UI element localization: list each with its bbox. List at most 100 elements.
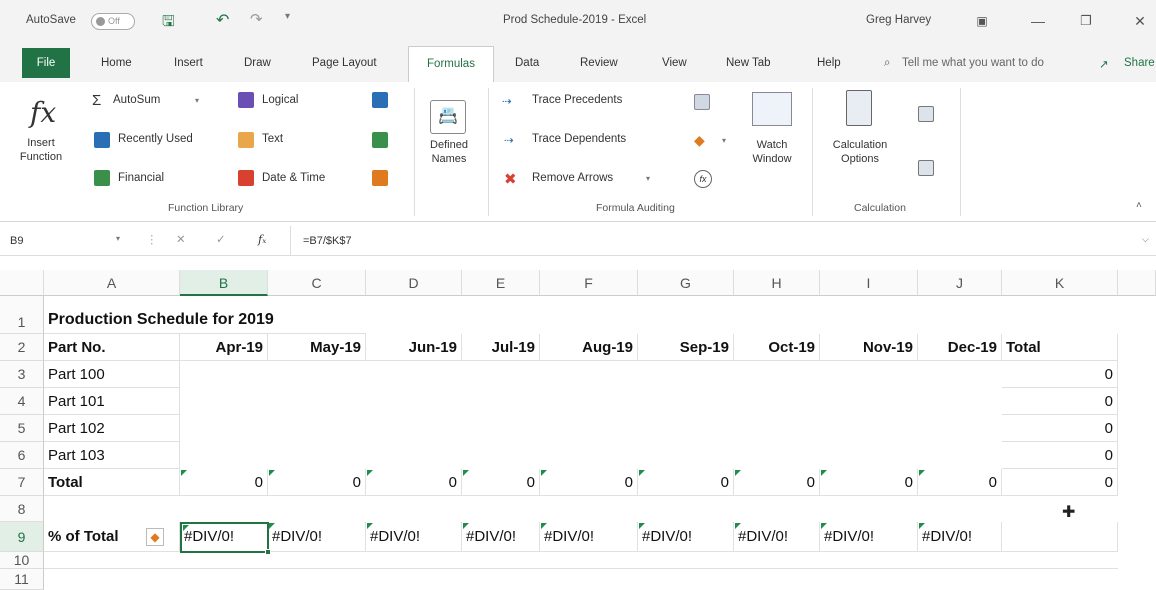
watch-window-icon[interactable] bbox=[752, 92, 792, 126]
restore-icon[interactable]: ❐ bbox=[1074, 10, 1098, 32]
calc-options-label-1[interactable]: Calculation bbox=[822, 138, 898, 152]
row-header-8[interactable]: 8 bbox=[0, 496, 44, 522]
cell-a1-title[interactable]: Production Schedule for 2019 bbox=[44, 296, 366, 334]
insert-function-label-2[interactable]: Function bbox=[16, 150, 66, 164]
tab-file[interactable]: File bbox=[22, 48, 70, 78]
cell-k4[interactable]: 0 bbox=[1002, 388, 1118, 415]
tab-page-layout[interactable]: Page Layout bbox=[312, 57, 377, 69]
undo-icon[interactable]: ↶ bbox=[216, 10, 229, 30]
trace-precedents-icon[interactable]: ⇢ bbox=[502, 94, 512, 108]
cell-a5[interactable]: Part 102 bbox=[44, 415, 180, 442]
trace-precedents-button[interactable]: Trace Precedents bbox=[532, 94, 622, 106]
cell-c2[interactable]: May-19 bbox=[268, 334, 366, 361]
row-header-4[interactable]: 4 bbox=[0, 388, 44, 415]
cell-e2[interactable]: Jul-19 bbox=[462, 334, 540, 361]
remove-arrows-icon[interactable]: ✖ bbox=[504, 170, 517, 188]
collapse-ribbon-icon[interactable]: ˄ bbox=[1136, 200, 1142, 211]
math-trig-icon[interactable] bbox=[372, 132, 388, 148]
defined-names-label-2[interactable]: Names bbox=[420, 152, 478, 166]
share-icon[interactable]: ↗ bbox=[1099, 57, 1109, 71]
cell-i7[interactable]: 0 bbox=[820, 469, 918, 496]
cell-e7[interactable]: 0 bbox=[462, 469, 540, 496]
cell-e9[interactable]: #DIV/0! bbox=[462, 522, 540, 552]
financial-button[interactable]: Financial bbox=[118, 172, 164, 184]
cell-c7[interactable]: 0 bbox=[268, 469, 366, 496]
calc-options-label-2[interactable]: Options bbox=[822, 152, 898, 166]
tab-draw[interactable]: Draw bbox=[244, 57, 271, 69]
watch-window-label-1[interactable]: Watch bbox=[744, 138, 800, 152]
cell-f2[interactable]: Aug-19 bbox=[540, 334, 638, 361]
row-header-9[interactable]: 9 bbox=[0, 522, 44, 552]
cell-i9[interactable]: #DIV/0! bbox=[820, 522, 918, 552]
tab-data[interactable]: Data bbox=[515, 57, 539, 69]
worksheet-grid[interactable]: A B C D E F G H I J K 1 2 3 4 5 6 7 8 9 … bbox=[0, 270, 1156, 590]
cell-a4[interactable]: Part 101 bbox=[44, 388, 180, 415]
cancel-icon[interactable]: ✕ bbox=[176, 232, 186, 246]
user-name[interactable]: Greg Harvey bbox=[866, 14, 931, 26]
tab-new-tab[interactable]: New Tab bbox=[726, 57, 771, 69]
cell-a7[interactable]: Total bbox=[44, 469, 180, 496]
cell-j2[interactable]: Dec-19 bbox=[918, 334, 1002, 361]
remove-arrows-dropdown-icon[interactable]: ▾ bbox=[646, 174, 650, 183]
cell-k9[interactable] bbox=[1002, 522, 1118, 552]
error-checking-icon[interactable]: ◆ bbox=[694, 132, 705, 149]
evaluate-formula-icon[interactable]: fx bbox=[694, 170, 712, 188]
lookup-reference-icon[interactable] bbox=[372, 92, 388, 108]
row-header-5[interactable]: 5 bbox=[0, 415, 44, 442]
col-header-b[interactable]: B bbox=[180, 270, 268, 296]
cell-f7[interactable]: 0 bbox=[540, 469, 638, 496]
tab-view[interactable]: View bbox=[662, 57, 687, 69]
tab-home[interactable]: Home bbox=[101, 57, 132, 69]
cell-k7[interactable]: 0 bbox=[1002, 469, 1118, 496]
error-warning-icon[interactable]: ◆ bbox=[146, 528, 164, 546]
col-header-i[interactable]: I bbox=[820, 270, 918, 296]
select-all[interactable] bbox=[0, 270, 44, 296]
cell-a3[interactable]: Part 100 bbox=[44, 361, 180, 388]
expand-formula-icon[interactable]: ⌵ bbox=[1142, 234, 1149, 245]
insert-function-label-1[interactable]: Insert bbox=[16, 136, 66, 150]
trace-dependents-icon[interactable]: ⇢ bbox=[504, 133, 514, 147]
logical-icon[interactable] bbox=[238, 92, 254, 108]
formula-input[interactable]: =B7/$K$7 bbox=[290, 226, 1156, 256]
minimize-icon[interactable]: — bbox=[1026, 10, 1050, 32]
cell-h2[interactable]: Oct-19 bbox=[734, 334, 820, 361]
date-time-button[interactable]: Date & Time bbox=[262, 172, 325, 184]
row-header-11[interactable]: 11 bbox=[0, 569, 44, 590]
trace-dependents-button[interactable]: Trace Dependents bbox=[532, 133, 626, 145]
autosum-dropdown-icon[interactable]: ▾ bbox=[195, 96, 199, 105]
cell-d9[interactable]: #DIV/0! bbox=[366, 522, 462, 552]
row-10[interactable] bbox=[44, 552, 1118, 569]
col-header-c[interactable]: C bbox=[268, 270, 366, 296]
cell-k3[interactable]: 0 bbox=[1002, 361, 1118, 388]
col-header-d[interactable]: D bbox=[366, 270, 462, 296]
logical-button[interactable]: Logical bbox=[262, 94, 298, 106]
calculate-now-icon[interactable] bbox=[918, 106, 934, 122]
cell-i2[interactable]: Nov-19 bbox=[820, 334, 918, 361]
save-icon[interactable]: 🖫 bbox=[162, 11, 175, 36]
cell-j9[interactable]: #DIV/0! bbox=[918, 522, 1002, 552]
row-header-2[interactable]: 2 bbox=[0, 334, 44, 361]
calculator-icon[interactable] bbox=[846, 90, 872, 126]
share-button[interactable]: Share bbox=[1124, 57, 1155, 69]
tell-me-box[interactable]: Tell me what you want to do bbox=[902, 57, 1044, 69]
cell-d2[interactable]: Jun-19 bbox=[366, 334, 462, 361]
row-11[interactable] bbox=[44, 569, 1118, 590]
error-checking-dropdown-icon[interactable]: ▾ bbox=[722, 136, 726, 145]
row-header-6[interactable]: 6 bbox=[0, 442, 44, 469]
cell-d7[interactable]: 0 bbox=[366, 469, 462, 496]
row-header-3[interactable]: 3 bbox=[0, 361, 44, 388]
remove-arrows-button[interactable]: Remove Arrows bbox=[532, 172, 613, 184]
cell-j7[interactable]: 0 bbox=[918, 469, 1002, 496]
col-header-j[interactable]: J bbox=[918, 270, 1002, 296]
cell-h7[interactable]: 0 bbox=[734, 469, 820, 496]
cell-b2[interactable]: Apr-19 bbox=[180, 334, 268, 361]
tab-review[interactable]: Review bbox=[580, 57, 618, 69]
tab-formulas[interactable]: Formulas bbox=[408, 46, 494, 82]
date-time-icon[interactable] bbox=[238, 170, 254, 186]
cell-g7[interactable]: 0 bbox=[638, 469, 734, 496]
row-header-10[interactable]: 10 bbox=[0, 552, 44, 569]
cell-g9[interactable]: #DIV/0! bbox=[638, 522, 734, 552]
more-functions-icon[interactable] bbox=[372, 170, 388, 186]
show-formulas-icon[interactable] bbox=[694, 94, 710, 110]
autosave-toggle[interactable]: Off bbox=[91, 13, 135, 30]
